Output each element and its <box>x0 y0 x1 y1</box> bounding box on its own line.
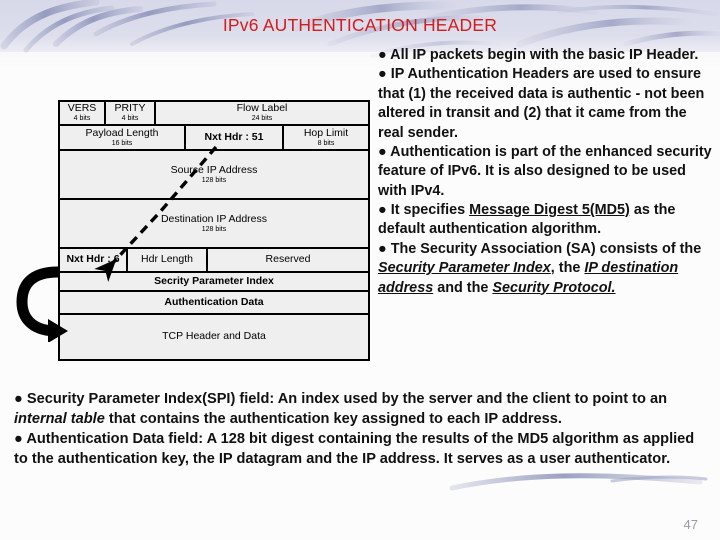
field-prity-label: PRITY <box>114 102 146 115</box>
field-next-header-51-label: Nxt Hdr : 51 <box>204 130 264 143</box>
field-flow-label: Flow Label 24 bits <box>154 100 370 126</box>
field-authentication-data: Authentication Data <box>58 290 370 315</box>
field-destination-ip-address-bits: 128 bits <box>201 225 227 233</box>
wrap-around-curved-arrow <box>16 266 68 342</box>
right-bullet-5: ● The Security Association (SA) consists… <box>378 240 714 298</box>
field-payload-length-label: Payload Length <box>85 126 159 139</box>
field-reserved: Reserved <box>206 247 370 273</box>
field-flow-label-label: Flow Label <box>236 102 288 115</box>
right-bullet-1-text: All IP packets begin with the basic IP H… <box>390 47 699 63</box>
field-payload-length: Payload Length 16 bits <box>58 124 186 151</box>
field-hop-limit: Hop Limit 8 bits <box>282 124 370 151</box>
field-source-ip-address-label: Source IP Address <box>170 163 258 176</box>
right-bullet-2-text: IP Authentication Headers are used to en… <box>378 66 705 141</box>
bottom-bullet-1-text-post: that contains the authentication key ass… <box>104 410 562 427</box>
bullet-glyph-icon: ● <box>14 391 23 407</box>
bottom-bullet-2-text: Authentication Data field: A 128 bit dig… <box>14 430 695 467</box>
bullet-glyph-icon: ● <box>378 240 387 257</box>
bullet-glyph-icon: ● <box>378 143 387 160</box>
field-flow-label-bits: 24 bits <box>251 115 273 123</box>
right-bullet-2: ● IP Authentication Headers are used to … <box>378 65 714 143</box>
right-bullet-5-mid2: and the <box>433 279 493 296</box>
bullet-glyph-icon: ● <box>378 202 387 218</box>
field-source-ip-address-bits: 128 bits <box>201 176 227 184</box>
field-hdr-length-label: Hdr Length <box>141 253 193 266</box>
right-bullet-5-text-pre: The Security Association (SA) consists o… <box>390 240 702 257</box>
field-next-header-6-label: Nxt Hdr : 6 <box>66 253 120 266</box>
right-bullet-4: ● It specifies Message Digest 5(MD5) as … <box>378 201 714 240</box>
bottom-bullet-1-text-pre: Security Parameter Index(SPI) field: An … <box>26 391 667 407</box>
field-hop-limit-bits: 8 bits <box>317 139 335 147</box>
field-destination-ip-address-label: Destination IP Address <box>160 212 268 225</box>
security-protocol-emphasis: Security Protocol. <box>492 279 616 296</box>
page-number: 47 <box>683 517 698 532</box>
field-tcp-header-and-data: TCP Header and Data <box>58 313 370 361</box>
slide-title: IPv6 AUTHENTICATION HEADER <box>222 15 498 35</box>
internal-table-emphasis: internal table <box>14 410 105 427</box>
field-authentication-data-label: Authentication Data <box>164 295 264 308</box>
right-bullet-4-text-pre: It specifies <box>390 202 470 218</box>
field-vers-label: VERS <box>67 102 97 115</box>
field-hdr-length: Hdr Length <box>126 247 208 273</box>
field-destination-ip-address: Destination IP Address 128 bits <box>58 198 370 249</box>
field-reserved-label: Reserved <box>265 253 311 266</box>
field-vers: VERS 4 bits <box>58 100 106 126</box>
bullet-glyph-icon: ● <box>378 66 387 83</box>
field-hop-limit-label: Hop Limit <box>303 126 349 139</box>
field-vers-bits: 4 bits <box>73 115 91 123</box>
packet-format-diagram: VERS 4 bits PRITY 4 bits Flow Label 24 b… <box>58 100 370 362</box>
right-bullet-1: ● All IP packets begin with the basic IP… <box>378 46 714 65</box>
field-payload-length-bits: 16 bits <box>111 139 133 147</box>
field-source-ip-address: Source IP Address 128 bits <box>58 149 370 200</box>
bullet-glyph-icon: ● <box>378 47 387 63</box>
right-bullet-3-text: Authentication is part of the enhanced s… <box>378 143 712 199</box>
field-security-parameter-index-label: Secrity Parameter Index <box>154 274 274 287</box>
spi-emphasis: Security Parameter Index <box>378 260 551 277</box>
field-prity: PRITY 4 bits <box>104 100 156 126</box>
field-tcp-header-and-data-label: TCP Header and Data <box>162 330 266 343</box>
right-bullet-list: ● All IP packets begin with the basic IP… <box>378 46 714 298</box>
bottom-bullet-1: ● Security Parameter Index(SPI) field: A… <box>14 390 704 430</box>
bottom-bullet-list: ● Security Parameter Index(SPI) field: A… <box>14 390 704 470</box>
bullet-glyph-icon: ● <box>14 430 23 447</box>
md5-emphasis: Message Digest 5(MD5) <box>469 202 630 218</box>
field-next-header-51: Nxt Hdr : 51 <box>184 124 284 151</box>
right-bullet-3: ● Authentication is part of the enhanced… <box>378 143 714 201</box>
bottom-bullet-2: ● Authentication Data field: A 128 bit d… <box>14 430 704 470</box>
field-security-parameter-index: Secrity Parameter Index <box>58 271 370 292</box>
right-bullet-5-mid1: , the <box>550 260 585 277</box>
field-prity-bits: 4 bits <box>121 115 139 123</box>
